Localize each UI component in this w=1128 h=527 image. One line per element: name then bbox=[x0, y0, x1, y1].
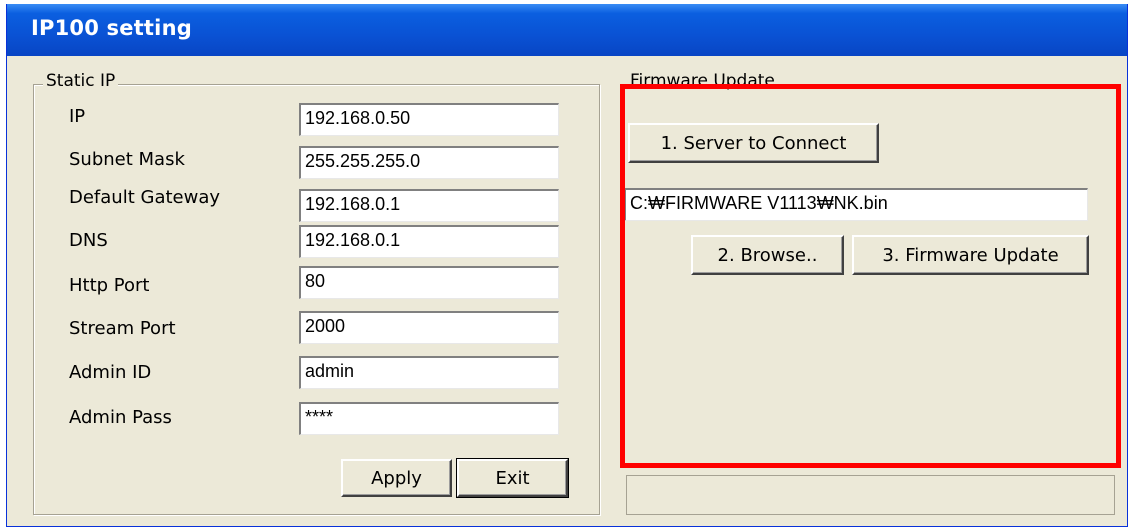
subnet-mask-label: Subnet Mask bbox=[69, 149, 185, 170]
ip-label: IP bbox=[69, 106, 86, 127]
admin-id-input[interactable]: admin bbox=[299, 356, 559, 389]
admin-id-label: Admin ID bbox=[69, 362, 152, 383]
static-ip-legend: Static IP bbox=[43, 71, 119, 91]
exit-button[interactable]: Exit bbox=[456, 458, 569, 498]
http-port-label: Http Port bbox=[69, 275, 150, 296]
default-gateway-label: Default Gateway bbox=[69, 187, 221, 208]
ip100-setting-window: IP100 setting Static IP IP 192.168.0.50 … bbox=[6, 4, 1128, 527]
firmware-status-area bbox=[626, 475, 1115, 515]
window-title: IP100 setting bbox=[31, 16, 192, 40]
highlight-box bbox=[620, 84, 1121, 468]
stream-port-input[interactable]: 2000 bbox=[299, 311, 559, 344]
stream-port-label: Stream Port bbox=[69, 318, 176, 339]
ip-input[interactable]: 192.168.0.50 bbox=[299, 103, 559, 136]
subnet-mask-input[interactable]: 255.255.255.0 bbox=[299, 146, 559, 179]
default-gateway-input[interactable]: 192.168.0.1 bbox=[299, 189, 559, 222]
dns-input[interactable]: 192.168.0.1 bbox=[299, 225, 559, 258]
http-port-input[interactable]: 80 bbox=[299, 266, 559, 299]
admin-pass-input[interactable]: **** bbox=[299, 402, 559, 435]
title-bar[interactable]: IP100 setting bbox=[7, 4, 1127, 56]
dns-label: DNS bbox=[69, 230, 108, 251]
apply-button[interactable]: Apply bbox=[341, 459, 452, 497]
admin-pass-label: Admin Pass bbox=[69, 407, 172, 428]
